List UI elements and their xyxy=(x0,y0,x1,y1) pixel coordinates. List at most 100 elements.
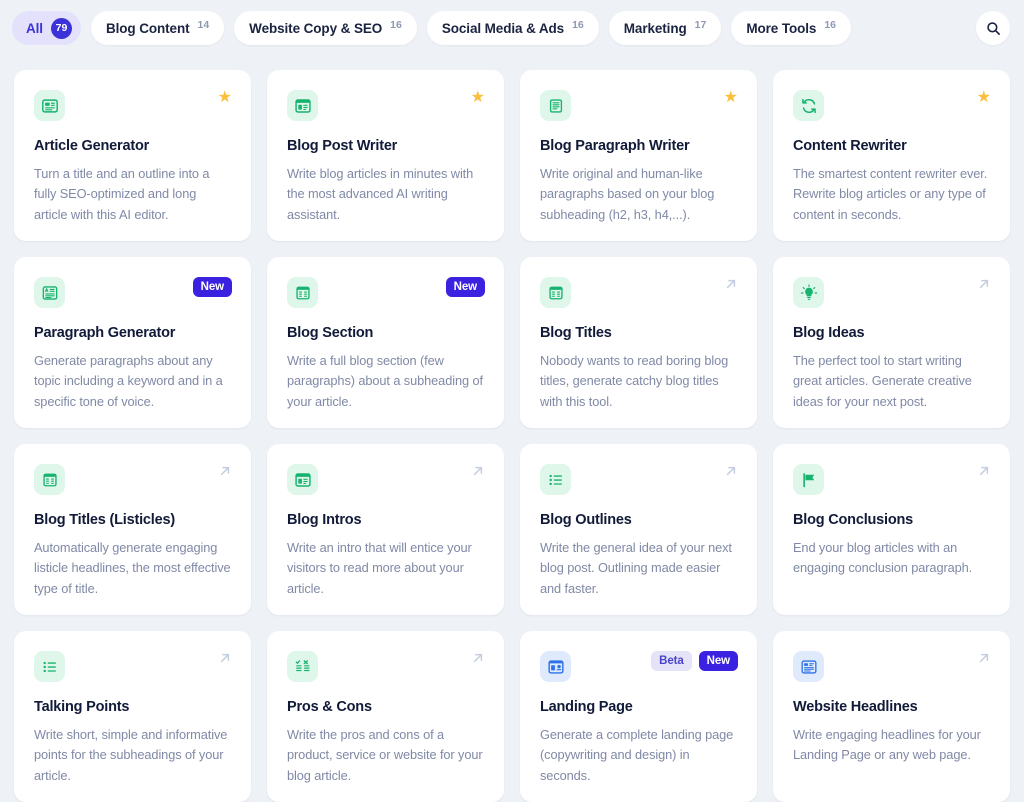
category-tab-website-copy-seo[interactable]: Website Copy & SEO 16 xyxy=(234,11,417,45)
tool-icon-tile xyxy=(287,464,318,495)
tool-title: Paragraph Generator xyxy=(34,325,176,341)
card-corner-marker: ★ xyxy=(218,90,232,106)
favorite-star-icon[interactable]: ★ xyxy=(471,90,485,106)
card-corner-marker xyxy=(977,464,991,478)
tool-icon-tile xyxy=(540,651,571,682)
card-corner-marker: New xyxy=(192,277,232,297)
tool-card[interactable]: Blog Outlines Write the general idea of y… xyxy=(520,444,757,615)
card-corner-marker: ★ xyxy=(977,90,991,106)
blog-titles-icon xyxy=(548,286,563,299)
tool-title: Blog Outlines xyxy=(540,512,632,528)
open-arrow-icon[interactable] xyxy=(977,277,991,291)
tool-icon-tile xyxy=(34,277,65,308)
beta-badge: Beta xyxy=(651,651,692,671)
tool-description: Nobody wants to read boring blog titles,… xyxy=(540,353,729,409)
tool-card[interactable]: ★ Blog Paragraph Writer Write original and… xyxy=(520,70,757,241)
category-tab-more-tools[interactable]: More Tools 16 xyxy=(731,11,852,45)
open-arrow-icon[interactable] xyxy=(724,277,738,291)
favorite-star-icon[interactable]: ★ xyxy=(218,90,232,106)
card-corner-marker: Beta New xyxy=(651,651,738,671)
tool-description: Write the general idea of your next blog… xyxy=(540,540,732,596)
tool-description: Write an intro that will entice your vis… xyxy=(287,540,472,596)
tool-description: Write the pros and cons of a product, se… xyxy=(287,727,483,783)
card-corner-marker xyxy=(218,651,232,665)
tool-card[interactable]: Beta New Landing Page Generate a complete l… xyxy=(520,631,757,802)
tool-title: Blog Ideas xyxy=(793,325,865,341)
open-arrow-icon[interactable] xyxy=(218,651,232,665)
tool-description: Generate a complete landing page (copywr… xyxy=(540,727,734,783)
tool-title: Article Generator xyxy=(34,138,150,154)
tool-title: Pros & Cons xyxy=(287,699,372,715)
filter-toolbar: All 79 Blog Content 14 Website Copy & SEO 16 S… xyxy=(0,0,1024,56)
tool-title: Landing Page xyxy=(540,699,633,715)
tool-description: The perfect tool to start writing great … xyxy=(793,353,972,409)
tool-card[interactable]: Blog Titles Nobody wants to read boring b… xyxy=(520,257,757,428)
card-corner-marker xyxy=(218,464,232,478)
tool-card[interactable]: Blog Conclusions End your blog articles w… xyxy=(773,444,1010,615)
category-tab-blog-content[interactable]: Blog Content 14 xyxy=(90,11,225,45)
tool-card[interactable]: ★ Article Generator Turn a title and an ou… xyxy=(14,70,251,241)
flag-icon xyxy=(802,472,814,487)
blog-intro-icon xyxy=(294,472,311,487)
tool-icon-tile xyxy=(287,277,318,308)
card-corner-marker xyxy=(724,464,738,478)
tool-icon-tile xyxy=(793,651,824,682)
blog-post-icon xyxy=(294,98,311,113)
new-badge: New xyxy=(445,277,485,297)
tool-card[interactable]: Blog Ideas The perfect tool to start writ… xyxy=(773,257,1010,428)
tool-icon-tile xyxy=(34,90,65,121)
search-icon xyxy=(986,21,1000,35)
listicle-icon xyxy=(42,473,57,486)
card-corner-marker: ★ xyxy=(471,90,485,106)
card-corner-marker: New xyxy=(445,277,485,297)
tool-card[interactable]: Blog Titles (Listicles) Automatically gen… xyxy=(14,444,251,615)
tool-card[interactable]: Blog Intros Write an intro that will enti… xyxy=(267,444,504,615)
paragraph-generator-icon xyxy=(42,285,57,300)
card-corner-marker xyxy=(471,464,485,478)
tool-icon-tile xyxy=(793,90,824,121)
new-badge: New xyxy=(698,651,738,671)
tool-card[interactable]: ★ Blog Post Writer Write blog articles in … xyxy=(267,70,504,241)
open-arrow-icon[interactable] xyxy=(977,651,991,665)
search-button[interactable] xyxy=(976,11,1010,45)
outline-list-icon xyxy=(548,474,562,485)
category-tab-all[interactable]: All 79 xyxy=(12,11,81,45)
tool-card[interactable]: Website Headlines Write engaging headline… xyxy=(773,631,1010,802)
tool-card[interactable]: ★ Content Rewriter The smartest content re… xyxy=(773,70,1010,241)
open-arrow-icon[interactable] xyxy=(724,464,738,478)
article-icon xyxy=(41,98,58,113)
landing-page-icon xyxy=(547,659,564,674)
category-tab-label: Blog Content xyxy=(105,20,190,36)
favorite-star-icon[interactable]: ★ xyxy=(724,90,738,106)
category-tab-count: 79 xyxy=(50,17,72,39)
tool-description: The smartest content rewriter ever. Rewr… xyxy=(793,166,988,222)
tool-description: Write engaging headlines for your Landin… xyxy=(793,727,981,763)
tool-card[interactable]: New Blog Section Write a full blog section… xyxy=(267,257,504,428)
category-tab-count: 17 xyxy=(694,18,707,31)
tool-icon-tile xyxy=(34,651,65,682)
refresh-cycle-icon xyxy=(801,98,816,113)
open-arrow-icon[interactable] xyxy=(977,464,991,478)
category-tab-marketing[interactable]: Marketing 17 xyxy=(608,11,722,45)
category-tab-label: Website Copy & SEO xyxy=(249,20,383,36)
tool-icon-tile xyxy=(34,464,65,495)
tool-card[interactable]: Talking Points Write short, simple and in… xyxy=(14,631,251,802)
category-tab-count: 16 xyxy=(824,18,837,31)
tool-card[interactable]: Pros & Cons Write the pros and cons of a … xyxy=(267,631,504,802)
open-arrow-icon[interactable] xyxy=(471,464,485,478)
open-arrow-icon[interactable] xyxy=(218,464,232,478)
tool-card[interactable]: New Paragraph Generator Generate paragraph… xyxy=(14,257,251,428)
open-arrow-icon[interactable] xyxy=(471,651,485,665)
tool-description: Turn a title and an outline into a fully… xyxy=(34,166,210,222)
category-tab-count: 16 xyxy=(572,18,584,31)
card-corner-marker xyxy=(724,277,738,291)
card-corner-marker: ★ xyxy=(724,90,738,106)
paragraph-lines-icon xyxy=(549,98,562,113)
category-tab-social-media-ads[interactable]: Social Media & Ads 16 xyxy=(426,11,599,45)
tool-description: Generate paragraphs about any topic incl… xyxy=(34,353,223,409)
favorite-star-icon[interactable]: ★ xyxy=(977,90,991,106)
category-tab-list: All 79 Blog Content 14 Website Copy & SEO 16 S… xyxy=(12,11,966,45)
category-tab-label: All xyxy=(26,20,43,36)
tool-description: Automatically generate engaging listicle… xyxy=(34,540,231,596)
category-tab-count: 16 xyxy=(390,18,402,31)
